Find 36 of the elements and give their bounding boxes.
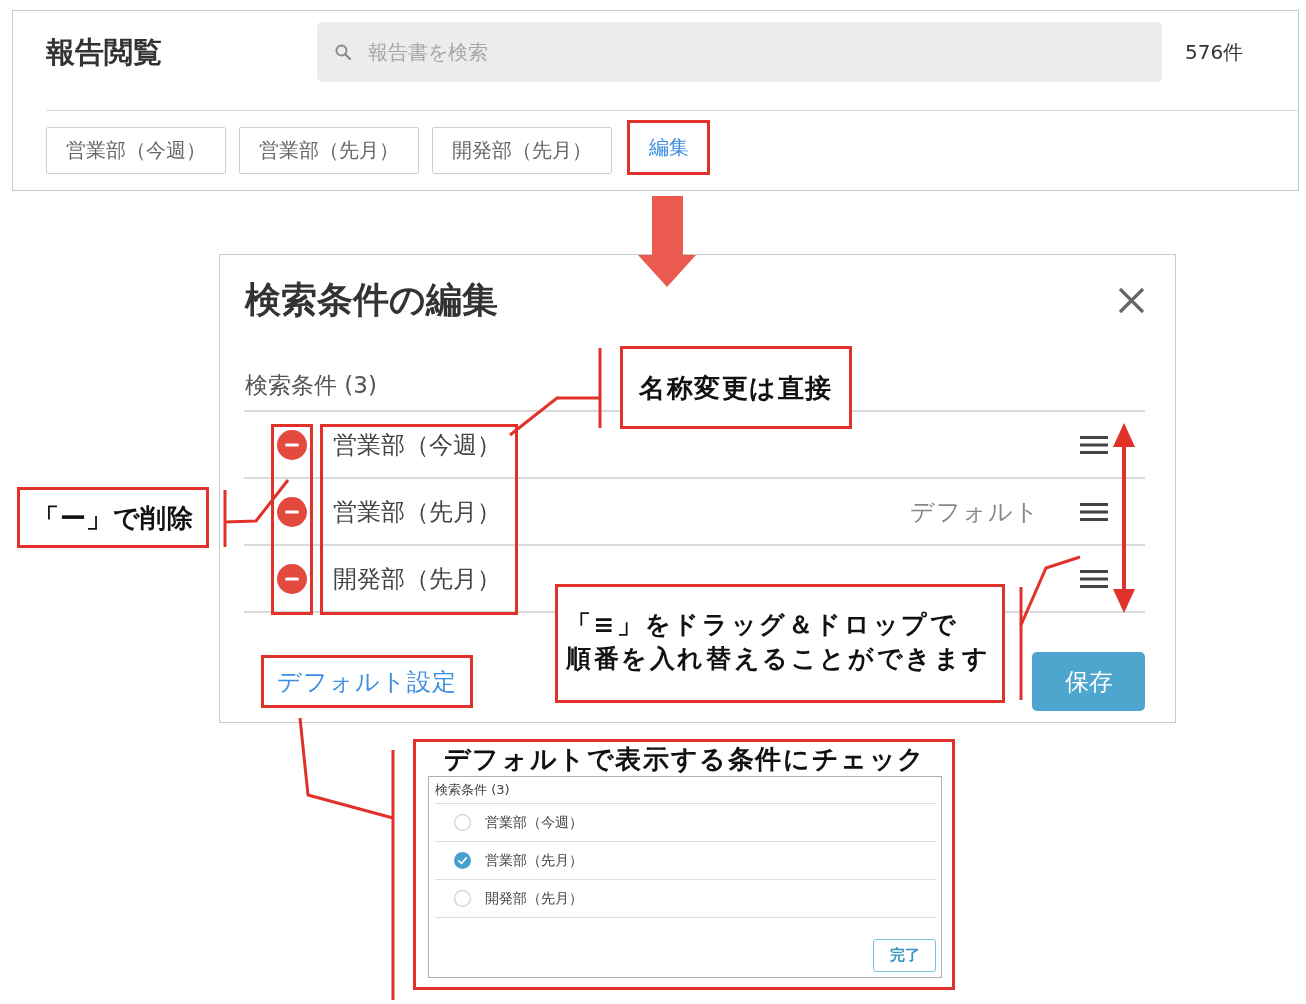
search-icon xyxy=(335,44,351,60)
remove-icon[interactable] xyxy=(277,496,307,527)
condition-name[interactable]: 営業部（今週） xyxy=(333,428,501,461)
default-setting-link[interactable]: デフォルト設定 xyxy=(277,665,457,698)
option-label: 開発部（先月） xyxy=(485,889,583,908)
section-label: 検索条件 (3) xyxy=(435,781,510,799)
drag-handle-icon[interactable] xyxy=(1080,435,1108,454)
close-icon[interactable] xyxy=(1118,286,1145,314)
drag-handle-icon[interactable] xyxy=(1080,502,1108,521)
filter-button[interactable]: 営業部（今週） xyxy=(46,127,226,174)
drag-handle-icon[interactable] xyxy=(1080,569,1108,588)
callout-text: 「≡」をドラッグ＆ドロップで xyxy=(566,608,959,641)
remove-icon[interactable] xyxy=(277,429,307,460)
radio-icon[interactable] xyxy=(454,890,471,907)
callout-text: 名称変更は直接 xyxy=(639,371,833,405)
leader-line xyxy=(223,479,290,547)
callout-text: 「ー」で削除 xyxy=(33,501,193,535)
section-label: 検索条件 (3) xyxy=(244,371,377,400)
condition-name[interactable]: 開発部（先月） xyxy=(333,562,501,595)
filter-button[interactable]: 営業部（先月） xyxy=(239,127,419,174)
option-label: 営業部（先月） xyxy=(485,851,583,870)
result-count: 576件 xyxy=(1185,39,1244,66)
done-button[interactable]: 完了 xyxy=(873,939,936,972)
callout-caption: デフォルトで表示する条件にチェック xyxy=(443,743,927,776)
option-label: 営業部（今週） xyxy=(485,813,583,832)
edit-link[interactable]: 編集 xyxy=(648,134,689,161)
remove-icon[interactable] xyxy=(277,563,307,594)
radio-icon[interactable] xyxy=(454,852,471,869)
callout-text: 順番を入れ替えることができます xyxy=(566,642,991,675)
filter-button[interactable]: 開発部（先月） xyxy=(432,127,612,174)
dialog-title: 検索条件の編集 xyxy=(244,277,498,322)
search-field[interactable]: 報告書を検索 xyxy=(317,22,1162,82)
default-label: デフォルト xyxy=(910,496,1040,528)
radio-icon[interactable] xyxy=(454,814,471,831)
page-title: 報告閲覧 xyxy=(46,34,162,71)
condition-name[interactable]: 営業部（先月） xyxy=(333,495,501,528)
